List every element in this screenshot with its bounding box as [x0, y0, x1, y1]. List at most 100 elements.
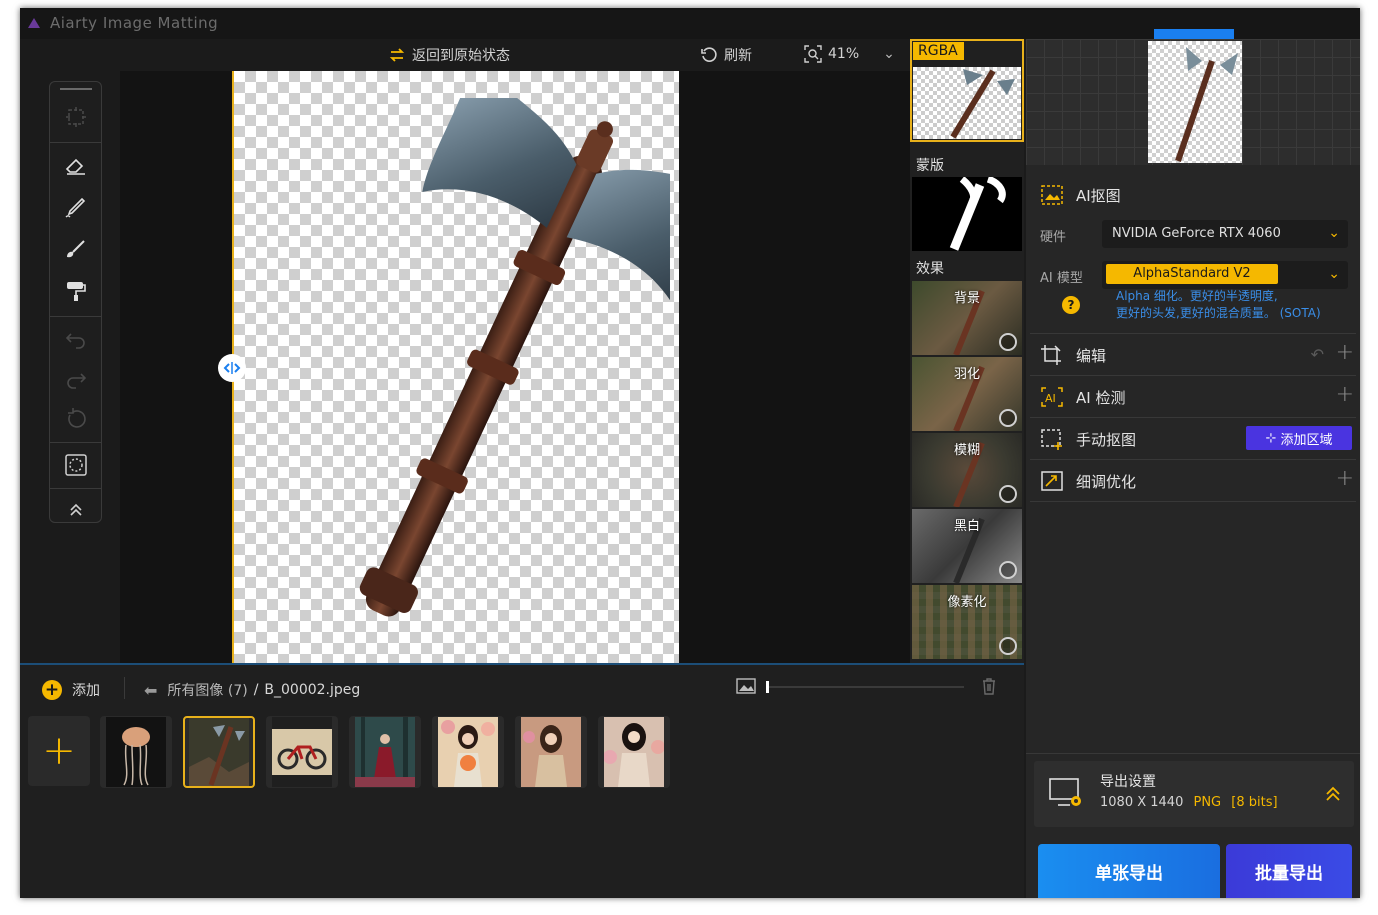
add-images-label: 添加 — [72, 683, 100, 699]
effects-label: 效果 — [916, 261, 944, 277]
model-hint-line1: Alpha 细化。更好的半透明度, — [1116, 289, 1278, 303]
effect-pixelate-thumb[interactable]: 像素化 — [912, 585, 1022, 659]
batch-export-button[interactable]: 批量导出 — [1226, 844, 1352, 898]
add-area-button[interactable]: ⊹ 添加区域 — [1246, 426, 1352, 450]
hardware-label: 硬件 — [1040, 230, 1067, 245]
plus-circle-icon: + — [42, 680, 62, 700]
back-arrow-icon[interactable]: ⬅ — [144, 681, 157, 700]
eraser-tool-button[interactable] — [61, 150, 91, 180]
export-settings-icon — [1049, 778, 1081, 806]
svg-text:AI: AI — [1045, 392, 1056, 405]
effect-bw-thumb[interactable]: 黑白 — [912, 509, 1022, 583]
section-divider — [1030, 417, 1356, 418]
effect-bw-radio[interactable] — [999, 561, 1017, 579]
thumbnail-size-slider[interactable] — [766, 681, 964, 693]
restore-original-button[interactable]: 返回到原始状态 — [388, 45, 510, 65]
restore-brush-button[interactable] — [61, 192, 91, 222]
crop-select-icon — [66, 107, 86, 127]
effect-blur-radio[interactable] — [999, 485, 1017, 503]
axe-scene-thumb-icon — [189, 718, 249, 786]
hardware-value: NVIDIA GeForce RTX 4060 — [1112, 226, 1281, 241]
ai-detect-section[interactable]: AI AI 检测 — [1040, 386, 1125, 408]
export-settings-box[interactable]: 导出设置 1080 X 1440 PNG [8 bits] — [1034, 761, 1354, 827]
manual-matting-section[interactable]: 手动抠图 — [1040, 428, 1136, 450]
zoom-fit-icon — [804, 45, 822, 63]
export-bits: [8 bits] — [1231, 795, 1278, 810]
select-tool-button[interactable] — [61, 102, 91, 132]
axe-thumb-icon — [1175, 47, 1238, 162]
swap-arrows-icon — [389, 48, 405, 62]
add-images-button[interactable]: + 添加 — [42, 680, 100, 700]
filmstrip-thumb-flower-girl[interactable] — [432, 716, 504, 788]
refine-section[interactable]: 细调优化 — [1040, 470, 1136, 492]
view-effects-strip: RGBA 蒙版 效果 背景 羽化 模糊 黑白 像素化 — [910, 39, 1024, 663]
breadcrumb-current-file: B_00002.jpeg — [264, 682, 361, 698]
reset-button[interactable] — [61, 404, 91, 434]
trash-icon[interactable] — [980, 677, 998, 695]
effect-blur-thumb[interactable]: 模糊 — [912, 433, 1022, 507]
tool-panel — [49, 81, 102, 523]
effect-bw-label: 黑白 — [953, 519, 980, 534]
rgba-view-thumb[interactable]: RGBA — [910, 39, 1024, 142]
effect-background-label: 背景 — [953, 291, 980, 306]
refresh-button[interactable]: 刷新 — [700, 45, 752, 65]
zoom-value: 41% — [828, 46, 860, 62]
rgba-preview — [913, 67, 1021, 139]
single-export-button[interactable]: 单张导出 — [1038, 844, 1220, 898]
undo-button[interactable] — [61, 324, 91, 354]
canvas-toolbar: 返回到原始状态 刷新 41% ⌄ — [20, 39, 910, 71]
flower-girl-thumb-icon — [438, 717, 498, 787]
preview-navigator[interactable] — [1026, 29, 1360, 165]
filmstrip-thumb-jellyfish[interactable] — [100, 716, 172, 788]
effect-background-thumb[interactable]: 背景 — [912, 281, 1022, 355]
zoom-dropdown[interactable]: 41% ⌄ — [804, 45, 895, 63]
effect-feather-radio[interactable] — [999, 409, 1017, 427]
woman-thumb-icon — [604, 717, 664, 787]
edit-undo-icon[interactable]: ↶ — [1311, 345, 1324, 364]
filmstrip-thumb-bicycle[interactable] — [266, 716, 338, 788]
roller-tool-button[interactable] — [61, 276, 91, 306]
help-icon[interactable]: ? — [1062, 296, 1080, 314]
compare-split-handle[interactable] — [218, 354, 246, 382]
filmstrip-thumb-woman[interactable] — [598, 716, 670, 788]
mask-view-button[interactable] — [61, 450, 91, 480]
tool-divider — [50, 488, 101, 489]
chevron-down-icon: ⌄ — [1328, 266, 1340, 282]
breadcrumb: ⬅ 所有图像 (7) / B_00002.jpeg — [144, 680, 360, 700]
mask-silhouette-icon — [949, 177, 1006, 251]
edit-expand-icon[interactable]: + — [1336, 340, 1354, 365]
export-settings-info: 1080 X 1440 PNG [8 bits] — [1100, 795, 1278, 810]
ai-detect-expand-icon[interactable]: + — [1336, 382, 1354, 407]
effect-feather-thumb[interactable]: 羽化 — [912, 357, 1022, 431]
slider-knob[interactable] — [766, 681, 769, 693]
double-chevron-up-icon — [70, 503, 82, 516]
right-panel: AI抠图 硬件 NVIDIA GeForce RTX 4060 ⌄ AI 模型 … — [1026, 29, 1360, 898]
filmstrip-thumb-lady[interactable] — [515, 716, 587, 788]
section-divider — [1030, 375, 1356, 376]
breadcrumb-all-images[interactable]: 所有图像 (7) — [167, 680, 247, 700]
effect-blur-label: 模糊 — [953, 443, 980, 458]
brush-icon — [67, 240, 85, 258]
tool-divider — [50, 142, 101, 143]
refine-expand-icon — [1041, 471, 1063, 491]
undo-icon — [65, 333, 85, 349]
redo-button[interactable] — [61, 364, 91, 394]
axe-image — [359, 98, 670, 617]
filmstrip-add-button[interactable]: + — [28, 716, 90, 786]
double-chevron-up-icon[interactable] — [1324, 785, 1342, 803]
mask-view-thumb[interactable] — [912, 177, 1022, 251]
brush-tool-button[interactable] — [61, 234, 91, 264]
chevron-down-icon: ⌄ — [1328, 225, 1340, 241]
refine-expand-plus-icon[interactable]: + — [1336, 466, 1354, 491]
mask-label: 蒙版 — [916, 158, 944, 174]
ai-model-select[interactable]: AlphaStandard V2 ⌄ — [1102, 261, 1348, 289]
paint-roller-icon — [67, 282, 86, 301]
hardware-select[interactable]: NVIDIA GeForce RTX 4060 ⌄ — [1102, 220, 1348, 248]
effect-pixelate-radio[interactable] — [999, 637, 1017, 655]
filmstrip-thumb-axe[interactable] — [183, 716, 255, 788]
refresh-label: 刷新 — [724, 48, 752, 64]
effect-background-radio[interactable] — [999, 333, 1017, 351]
filmstrip-thumb-forest-girl[interactable] — [349, 716, 421, 788]
collapse-panel-button[interactable] — [61, 494, 91, 524]
refresh-icon — [701, 47, 717, 62]
